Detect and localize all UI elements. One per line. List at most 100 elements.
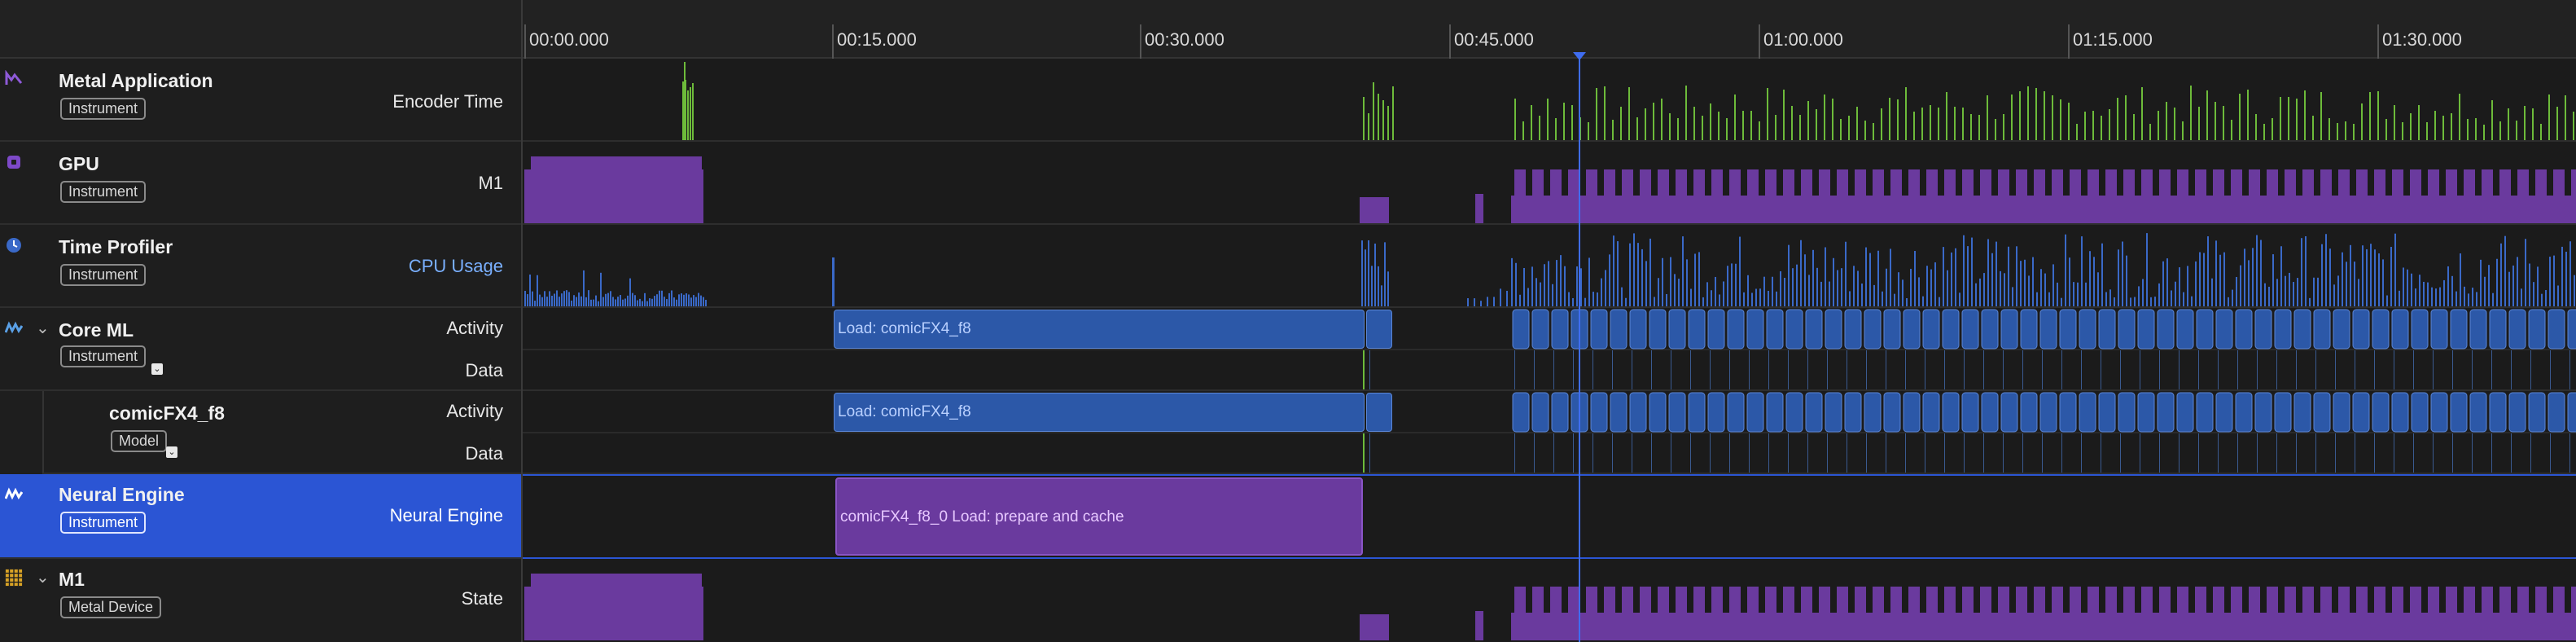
cpu-spike (1845, 241, 1847, 306)
data-tick (2296, 350, 2297, 389)
activity-block (2059, 309, 2077, 350)
encoder-spike (1612, 120, 1614, 140)
encoder-spike (2499, 121, 2501, 140)
cpu-spike (2081, 236, 2083, 306)
cpu-spike (2236, 276, 2237, 306)
encoder-spike (1604, 86, 1606, 140)
track-neural-engine[interactable]: Neural Engine Instrument Neural Engine (0, 474, 521, 559)
activity-block (2411, 392, 2429, 433)
lane-time-profiler[interactable] (523, 225, 2576, 308)
neural-engine-load-bar[interactable]: comicFX4_f8_0 Load: prepare and cache (835, 477, 1363, 556)
device-state-graph (524, 574, 2576, 640)
encoder-spike (2573, 112, 2574, 140)
cpu-spike (1597, 292, 1598, 306)
gpu-block (2123, 169, 2135, 197)
lane-metal-application[interactable] (523, 59, 2576, 142)
gpu-block (2302, 587, 2314, 614)
lane-gpu[interactable] (523, 142, 2576, 225)
encoder-spike (1563, 103, 1565, 140)
gpu-icon (5, 153, 23, 171)
track-m1-device[interactable]: ⌄ M1 Metal Device State (0, 559, 521, 642)
cpu-spike (1584, 297, 1586, 306)
data-tick (2315, 433, 2316, 473)
gpu-block (2195, 587, 2206, 614)
activity-block (2489, 392, 2507, 433)
gpu-block (1801, 169, 1812, 197)
gpu-block (531, 574, 702, 590)
encoder-spike (2288, 97, 2289, 140)
gpu-block (1550, 169, 1562, 197)
cpu-spike (1768, 290, 1769, 306)
encoder-spike (2182, 121, 2184, 140)
encoder-spike (1710, 103, 1711, 140)
track-core-ml[interactable]: ⌄ Core ML Instrument ⌄ Activity Data (0, 308, 521, 391)
gpu-block (1926, 587, 1938, 614)
badge-menu-icon[interactable]: ⌄ (151, 363, 163, 375)
cpu-spike (1967, 246, 1969, 306)
gpu-block (1604, 587, 1615, 614)
lane-m1-state[interactable] (523, 559, 2576, 642)
encoder-spike (1930, 105, 1931, 140)
data-tick (2569, 350, 2570, 389)
encoder-spike (2491, 100, 2493, 140)
gpu-block (2070, 587, 2081, 614)
data-tick (1788, 433, 1789, 473)
cpu-spike (664, 297, 665, 306)
encoder-spike (1661, 99, 1663, 140)
cpu-spike (1910, 268, 1912, 306)
cpu-spike (1515, 262, 1517, 306)
gpu-block (2141, 587, 2153, 614)
disclosure-chevron-icon[interactable]: ⌄ (36, 567, 50, 587)
cpu-spike (2358, 279, 2359, 306)
lane-model[interactable]: Load: comicFX4_f8 (523, 391, 2576, 474)
activity-block (1649, 309, 1667, 350)
gpu-block (1658, 587, 1669, 614)
cpu-spike (556, 290, 558, 306)
cpu-spike (1890, 248, 1891, 306)
track-model-comicfx4[interactable]: comicFX4_f8 Model ⌄ Activity Data (42, 391, 521, 474)
timeline-area[interactable]: 00:00.000 00:15.000 00:30.000 00:45.000 … (523, 0, 2576, 642)
gpu-block (1855, 169, 1866, 197)
gpu-block (2428, 587, 2439, 614)
disclosure-chevron-icon[interactable]: ⌄ (36, 318, 50, 338)
gpu-block (1855, 587, 1866, 614)
activity-block (2548, 392, 2565, 433)
gpu-block (1890, 169, 1902, 197)
data-tick (2061, 350, 2062, 389)
data-tick (2042, 433, 2043, 473)
activity-block (2118, 309, 2136, 350)
gpu-block (1693, 587, 1705, 614)
track-gpu[interactable]: GPU Instrument M1 (0, 142, 521, 225)
cpu-spike (2175, 281, 2176, 306)
cpu-spike (1959, 292, 1960, 306)
gpu-block (2553, 587, 2565, 614)
cpu-spike (1751, 292, 1753, 306)
cpu-spike (2154, 297, 2156, 306)
track-title: Neural Engine (59, 484, 185, 505)
gpu-block (2285, 169, 2296, 197)
data-tick (2003, 350, 2004, 389)
cpu-spike (1506, 290, 1508, 306)
cpu-spike (1531, 266, 1533, 306)
lane-neural-engine[interactable]: comicFX4_f8_0 Load: prepare and cache (523, 474, 2576, 559)
gpu-block (2410, 587, 2421, 614)
track-time-profiler[interactable]: Time Profiler Instrument CPU Usage (0, 225, 521, 308)
cpu-spike (612, 297, 614, 306)
cpu-spike (620, 295, 621, 306)
lane-core-ml[interactable]: Load: comicFX4_f8 (523, 308, 2576, 391)
activity-block (2098, 309, 2116, 350)
data-tick (2413, 350, 2414, 389)
data-tick (2120, 433, 2121, 473)
playhead-line[interactable] (1579, 52, 1580, 642)
cpu-spike (541, 297, 543, 306)
cpu-spike (1739, 236, 1741, 306)
cpu-spike (600, 272, 602, 306)
gpu-block (1998, 587, 2009, 614)
time-ruler[interactable]: 00:00.000 00:15.000 00:30.000 00:45.000 … (523, 0, 2576, 59)
track-metal-application[interactable]: Metal Application Instrument Encoder Tim… (0, 59, 521, 142)
gpu-block (2499, 169, 2511, 197)
badge-menu-icon[interactable]: ⌄ (166, 446, 177, 458)
cpu-spike (642, 301, 643, 306)
data-tick (2530, 350, 2531, 389)
encoder-spike (2215, 102, 2216, 140)
